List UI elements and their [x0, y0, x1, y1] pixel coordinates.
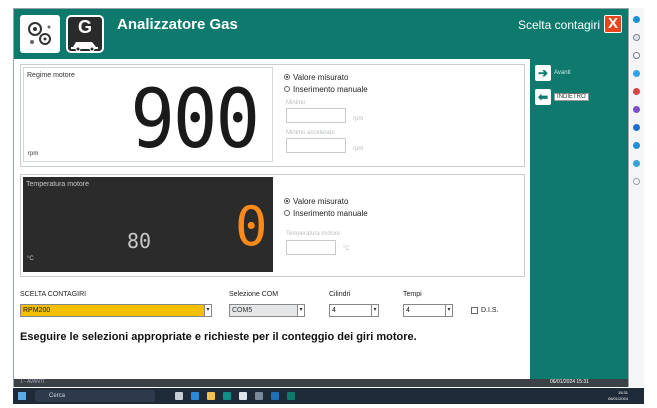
- radio-selected-icon: [284, 198, 290, 204]
- temperature-value: 0: [235, 195, 268, 258]
- search-icon[interactable]: [633, 52, 640, 59]
- arrow-left-icon: ⬅: [537, 90, 549, 104]
- rpm-option-manual-label: Inserimento manuale: [293, 84, 368, 94]
- strokes-select[interactable]: 4 ▾: [403, 304, 453, 317]
- close-button[interactable]: X: [604, 15, 622, 33]
- taskbar-search-label: Cerca: [49, 393, 66, 399]
- temp-option-measured-label: Valore misurato: [293, 196, 349, 206]
- dis-label: D.I.S.: [481, 307, 499, 314]
- next-label: Avanti: [554, 70, 571, 76]
- task-view-icon[interactable]: [175, 392, 183, 400]
- logo-letter: G: [77, 17, 92, 37]
- cylinders-select[interactable]: 4 ▾: [329, 304, 379, 317]
- status-left: 1 - AVANTI: [20, 379, 45, 385]
- radio-icon: [284, 210, 290, 216]
- gauge-select-value: RPM200: [23, 307, 51, 314]
- temperature-display: Temperatura motore 80 0 °C: [23, 177, 273, 272]
- gas-analyzer-taskbar-icon[interactable]: [287, 392, 295, 400]
- title-bar: G Analizzatore Gas Scelta contagiri X: [14, 9, 628, 59]
- temp-option-manual[interactable]: Inserimento manuale: [284, 207, 368, 219]
- temperature-secondary-value: 80: [127, 229, 152, 253]
- taskbar-search[interactable]: Cerca: [35, 390, 155, 402]
- back-button[interactable]: ⬅: [535, 89, 551, 105]
- chevron-down-icon: ▾: [204, 305, 211, 316]
- cylinders-select-value: 4: [332, 307, 336, 314]
- status-bar: 1 - AVANTI 06/01/2024 15:31: [14, 379, 628, 387]
- radio-icon: [284, 86, 290, 92]
- temperature-field-unit: °C: [343, 246, 350, 252]
- file-explorer-icon[interactable]: [207, 392, 215, 400]
- temperature-title: Temperatura motore: [26, 181, 90, 188]
- temperature-input[interactable]: [286, 240, 336, 255]
- rpm-unit: rpm: [28, 151, 39, 157]
- cylinders-label: Cilindri: [329, 291, 351, 298]
- gas-analyzer-logo: G: [66, 15, 104, 53]
- gears-icon: [28, 22, 51, 45]
- com-select-value: COM5: [232, 307, 253, 314]
- plus-icon[interactable]: [633, 34, 640, 41]
- accel-rpm-label: Minimo accelerato: [286, 130, 335, 136]
- back-label: INDIETRO: [554, 93, 589, 101]
- tag-icon[interactable]: [633, 70, 640, 77]
- office-icon[interactable]: [633, 142, 640, 149]
- side-toolbar: [630, 8, 644, 387]
- temp-option-measured[interactable]: Valore misurato: [284, 195, 368, 207]
- add-icon[interactable]: [633, 178, 640, 185]
- edge-browser-icon[interactable]: [191, 392, 199, 400]
- gauge-selection-title: Scelta contagiri: [517, 18, 600, 32]
- strokes-label: Tempi: [403, 291, 422, 298]
- next-button[interactable]: ➔: [535, 65, 551, 81]
- rpm-option-measured-label: Valore misurato: [293, 72, 349, 82]
- navigation-panel: ➔ Avanti ⬅ INDIETRO: [530, 59, 628, 379]
- taskbar: Cerca 15:31 06/01/2024: [13, 388, 644, 404]
- gauge-select[interactable]: RPM200 ▾: [20, 304, 212, 317]
- outlook-icon[interactable]: [633, 124, 640, 131]
- rpm-title: Regime motore: [27, 72, 75, 79]
- briefcase-icon[interactable]: [633, 88, 640, 95]
- gauge-select-label: SCELTA CONTAGIRI: [20, 291, 87, 298]
- temperature-unit: °C: [27, 256, 34, 262]
- min-rpm-input[interactable]: [286, 108, 346, 123]
- games-icon[interactable]: [633, 106, 640, 113]
- com-select[interactable]: COM5 ▾: [229, 304, 305, 317]
- chevron-down-icon: ▾: [297, 305, 304, 316]
- edge-icon[interactable]: [633, 16, 640, 23]
- chevron-down-icon: ▾: [371, 305, 378, 316]
- rpm-option-measured[interactable]: Valore misurato: [284, 71, 368, 83]
- engine-rpm-panel: Regime motore 900 rpm Valore misurato In…: [20, 64, 525, 167]
- accel-rpm-unit: rpm: [353, 146, 364, 152]
- rpm-option-manual[interactable]: Inserimento manuale: [284, 83, 368, 95]
- store-icon[interactable]: [223, 392, 231, 400]
- strokes-select-value: 4: [406, 307, 410, 314]
- accel-rpm-input[interactable]: [286, 138, 346, 153]
- app-title: Analizzatore Gas: [117, 16, 238, 33]
- rpm-value: 900: [130, 72, 260, 167]
- settings-icon[interactable]: [239, 392, 247, 400]
- app-window: G Analizzatore Gas Scelta contagiri X ➔ …: [13, 8, 629, 387]
- app-icon[interactable]: [255, 392, 263, 400]
- temperature-source-options: Valore misurato Inserimento manuale: [284, 195, 368, 219]
- min-rpm-label: Minimo: [286, 100, 306, 106]
- taskbar-clock[interactable]: 15:31 06/01/2024: [608, 390, 628, 402]
- min-rpm-unit: rpm: [353, 116, 364, 122]
- com-select-label: Selezione COM: [229, 291, 279, 298]
- rpm-display: Regime motore 900 rpm: [23, 67, 273, 167]
- engine-temperature-panel: Temperatura motore 80 0 °C Valore misura…: [20, 174, 525, 277]
- radio-selected-icon: [284, 74, 290, 80]
- windows-start-icon[interactable]: [18, 392, 26, 400]
- arrow-right-icon: ➔: [537, 66, 549, 80]
- temp-option-manual-label: Inserimento manuale: [293, 208, 368, 218]
- status-datetime: 06/01/2024 15:31: [550, 379, 589, 385]
- instruction-message: Eseguire le selezioni appropriate e rich…: [20, 331, 417, 343]
- app-logo: [20, 15, 60, 53]
- chevron-down-icon: ▾: [445, 305, 452, 316]
- rpm-source-options: Valore misurato Inserimento manuale: [284, 71, 368, 95]
- taskbar-date: 06/01/2024: [607, 396, 628, 401]
- car-icon: [71, 42, 98, 51]
- app-icon-2[interactable]: [271, 392, 279, 400]
- send-icon[interactable]: [633, 160, 640, 167]
- temperature-field-label: Temperatura motore: [286, 231, 341, 237]
- dis-checkbox[interactable]: [471, 307, 478, 314]
